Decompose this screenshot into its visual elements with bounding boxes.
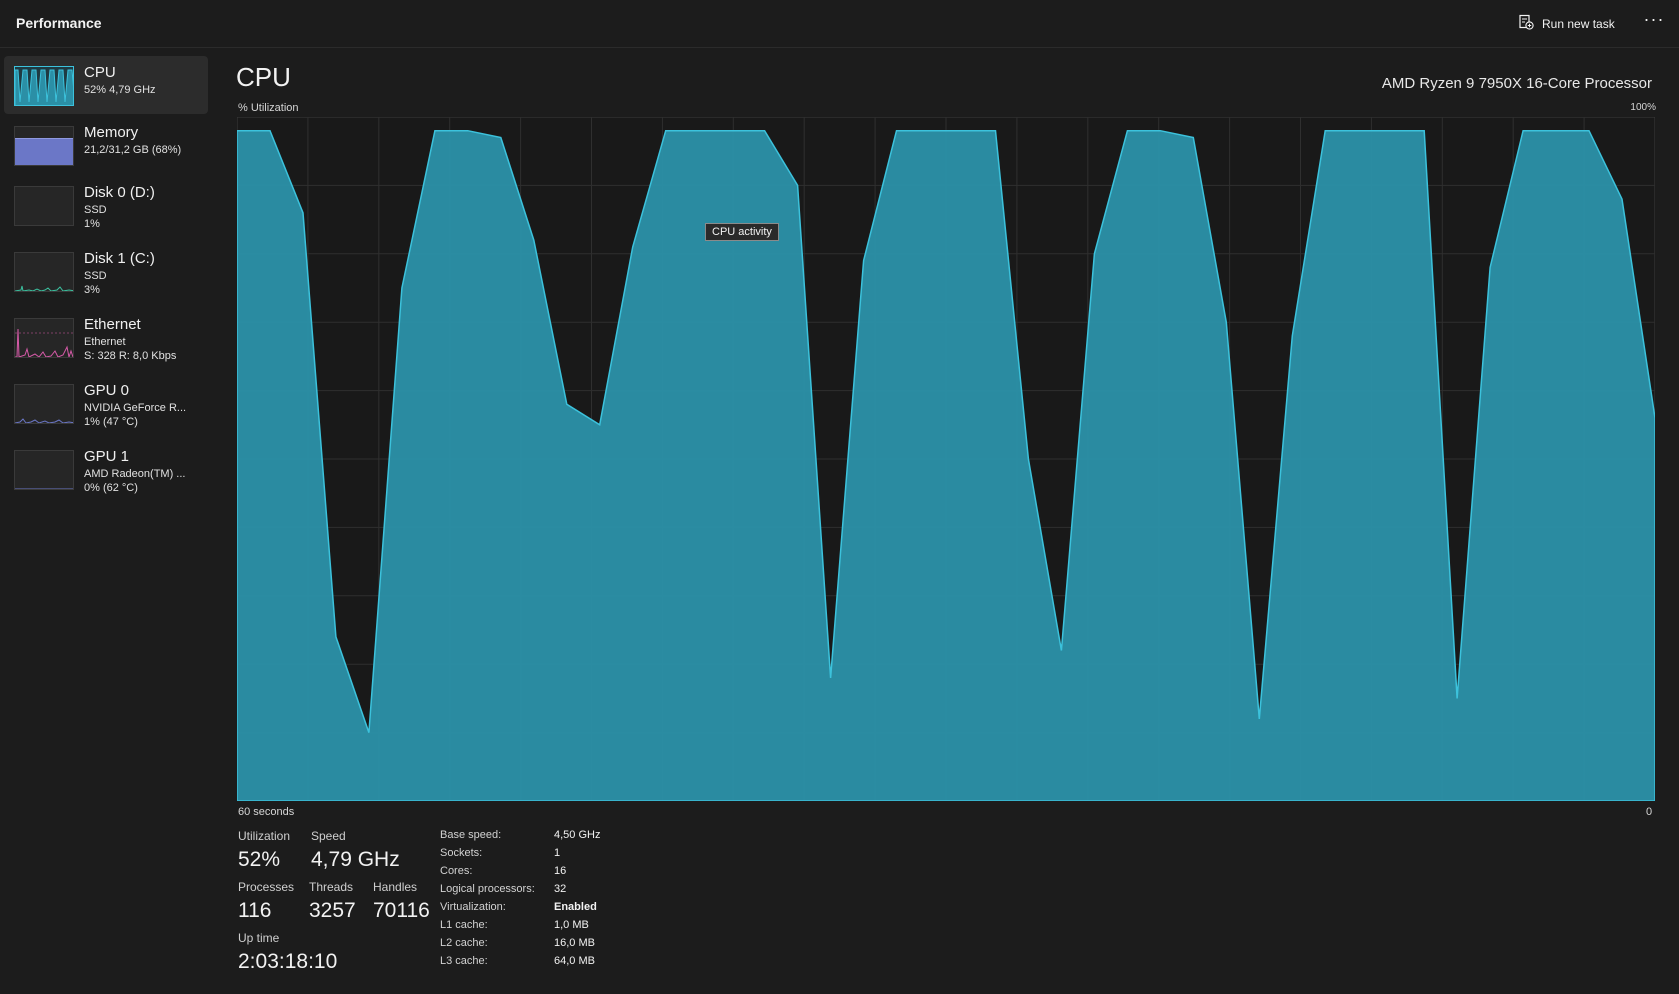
run-task-icon: [1518, 14, 1534, 35]
sidebar-item-cpu[interactable]: CPU 52% 4,79 GHz: [4, 56, 208, 114]
spec-label: Sockets:: [440, 847, 483, 859]
sidebar-item-detail: SSD: [84, 204, 107, 216]
gpu-0-thumbnail: [14, 384, 74, 424]
threads-value: 3257: [309, 899, 356, 922]
spec-value: 32: [554, 883, 567, 895]
spec-value: 1: [554, 847, 561, 859]
sidebar-item-disk-1[interactable]: Disk 1 (C:) SSD 3%: [4, 242, 208, 300]
sidebar-item-gpu-1[interactable]: GPU 1 AMD Radeon(TM) ... 0% (62 °C): [4, 440, 208, 498]
spec-label: Logical processors:: [440, 883, 535, 895]
spec-value: 16: [554, 865, 567, 877]
y-axis-max-label: 100%: [1630, 102, 1656, 113]
sidebar-item-memory[interactable]: Memory 21,2/31,2 GB (68%): [4, 116, 208, 174]
spec-label: L3 cache:: [440, 955, 488, 967]
x-axis-end-label: 0: [1646, 806, 1653, 818]
processes-value: 116: [238, 899, 272, 922]
run-new-task-button[interactable]: Run new task: [1518, 13, 1615, 35]
title-bar: Performance Run new task ···: [0, 0, 1679, 48]
sidebar-item-detail: AMD Radeon(TM) ...: [84, 468, 186, 480]
sidebar-item-detail-2: 0% (62 °C): [84, 482, 138, 494]
sidebar-item-disk-0[interactable]: Disk 0 (D:) SSD 1%: [4, 176, 208, 234]
speed-label: Speed: [311, 829, 346, 843]
sidebar-item-label: Disk 1 (C:): [84, 250, 155, 267]
sidebar-item-detail-2: 1% (47 °C): [84, 416, 138, 428]
app-title: Performance: [16, 15, 102, 31]
spec-value: 16,0 MB: [554, 937, 595, 949]
disk-0-thumbnail: [14, 186, 74, 226]
processor-name: AMD Ryzen 9 7950X 16-Core Processor: [1381, 75, 1652, 92]
speed-value: 4,79 GHz: [311, 848, 400, 871]
memory-fill: [15, 138, 73, 165]
sidebar-item-label: Ethernet: [84, 316, 141, 333]
sidebar-item-gpu-0[interactable]: GPU 0 NVIDIA GeForce R... 1% (47 °C): [4, 374, 208, 432]
spec-label: Virtualization:: [440, 901, 506, 913]
disk-1-thumbnail: [14, 252, 74, 292]
cpu-activity-tooltip: CPU activity: [705, 223, 779, 241]
sidebar-item-label: GPU 1: [84, 448, 130, 465]
sidebar-item-label: Memory: [84, 124, 139, 141]
page-title: CPU: [236, 62, 291, 92]
threads-label: Threads: [309, 880, 354, 894]
gpu-1-thumbnail: [14, 450, 74, 490]
run-task-label: Run new task: [1542, 17, 1615, 31]
sidebar-item-detail: 21,2/31,2 GB (68%): [84, 144, 182, 156]
sidebar-item-label: CPU: [84, 64, 116, 81]
handles-value: 70116: [373, 899, 430, 922]
sidebar-item-detail: 52% 4,79 GHz: [84, 84, 156, 96]
sidebar-item-detail-2: S: 328 R: 8,0 Kbps: [84, 350, 177, 362]
handles-label: Handles: [373, 880, 418, 894]
more-options-button[interactable]: ···: [1640, 10, 1668, 34]
sidebar: CPU 52% 4,79 GHz Memory 21,2/31,2 GB (68…: [0, 48, 212, 994]
spec-value: 64,0 MB: [554, 955, 595, 967]
ethernet-thumbnail: [14, 318, 74, 358]
spec-label: L1 cache:: [440, 919, 488, 931]
sidebar-item-label: GPU 0: [84, 382, 130, 399]
sidebar-item-detail-2: 3%: [84, 284, 100, 296]
utilization-label: Utilization: [238, 829, 291, 843]
utilization-value: 52%: [238, 848, 281, 871]
spec-label: L2 cache:: [440, 937, 488, 949]
sidebar-item-label: Disk 0 (D:): [84, 184, 155, 201]
cpu-thumbnail: [14, 66, 74, 106]
spec-value: 4,50 GHz: [554, 829, 601, 841]
memory-thumbnail: [14, 126, 74, 166]
uptime-label: Up time: [238, 931, 280, 945]
uptime-value: 2:03:18:10: [238, 950, 338, 973]
spec-value: Enabled: [554, 901, 597, 913]
y-axis-label: % Utilization: [238, 102, 299, 114]
cpu-utilization-graph[interactable]: [237, 117, 1655, 801]
processes-label: Processes: [238, 880, 295, 894]
sidebar-item-detail: NVIDIA GeForce R...: [84, 402, 187, 414]
sidebar-item-detail-2: 1%: [84, 218, 100, 230]
sidebar-item-detail: Ethernet: [84, 336, 126, 348]
spec-label: Base speed:: [440, 829, 502, 841]
spec-value: 1,0 MB: [554, 919, 589, 931]
sidebar-item-ethernet[interactable]: Ethernet Ethernet S: 328 R: 8,0 Kbps: [4, 308, 208, 366]
sidebar-item-detail: SSD: [84, 270, 107, 282]
x-axis-start-label: 60 seconds: [238, 806, 295, 818]
spec-label: Cores:: [440, 865, 473, 877]
